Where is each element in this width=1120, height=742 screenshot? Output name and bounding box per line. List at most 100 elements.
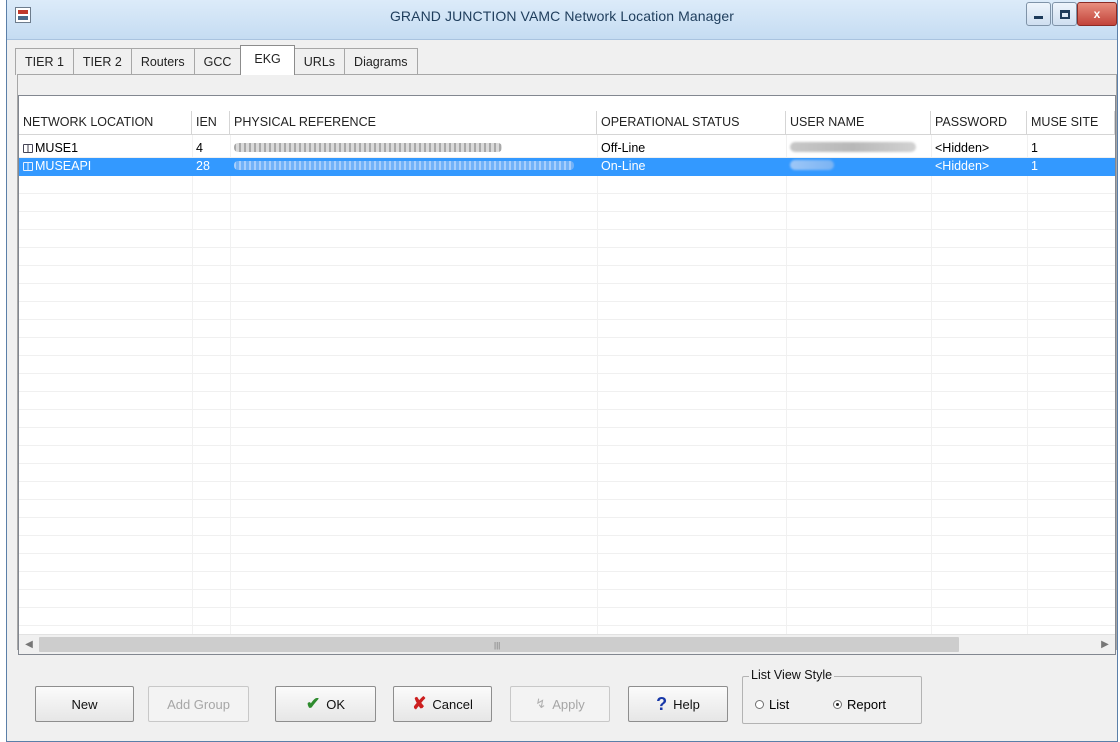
cell-ien: 28 — [196, 159, 210, 173]
new-button[interactable]: New — [35, 686, 134, 722]
cell-physical-reference — [230, 140, 597, 158]
x-icon: ✘ — [412, 694, 427, 713]
row-grid-line — [19, 247, 1115, 248]
list-row-museapi[interactable]: MUSEAPI 28 On-Line <Hidden> 1 — [19, 158, 1115, 176]
row-grid-line — [19, 463, 1115, 464]
row-grid-line — [19, 355, 1115, 356]
help-button-label: Help — [673, 696, 700, 712]
cell-muse-site: 1 — [1031, 141, 1038, 155]
tab-tier1[interactable]: TIER 1 — [15, 48, 74, 75]
list-view-style-group: List View Style List Report — [742, 668, 922, 724]
radio-list-label: List — [769, 697, 790, 712]
row-grid-line — [19, 391, 1115, 392]
column-header-operational-status[interactable]: OPERATIONAL STATUS — [597, 111, 786, 135]
tab-urls[interactable]: URLs — [293, 48, 346, 75]
cell-physical-reference — [230, 158, 597, 176]
row-grid-line — [19, 265, 1115, 266]
list-header: NETWORK LOCATION IEN PHYSICAL REFERENCE … — [19, 111, 1115, 135]
check-icon: ✔ — [305, 694, 321, 713]
title-bar[interactable]: GRAND JUNCTION VAMC Network Location Man… — [7, 0, 1117, 40]
horizontal-scrollbar[interactable]: ◀ ||| ▶ — [19, 634, 1115, 654]
maximize-icon — [1059, 9, 1070, 19]
row-grid-line — [19, 409, 1115, 410]
apply-button[interactable]: ↯ Apply — [510, 686, 610, 722]
column-header-ien[interactable]: IEN — [192, 111, 230, 135]
window-title: GRAND JUNCTION VAMC Network Location Man… — [389, 8, 735, 24]
ok-button-label: OK — [326, 696, 346, 712]
radio-report[interactable]: Report — [833, 697, 886, 712]
cell-user-name — [786, 140, 931, 158]
close-button[interactable]: x — [1077, 2, 1117, 26]
row-grid-line — [19, 283, 1115, 284]
network-location-list[interactable]: NETWORK LOCATION IEN PHYSICAL REFERENCE … — [18, 95, 1116, 655]
radio-button-icon[interactable] — [755, 700, 764, 709]
radio-button-icon[interactable] — [833, 700, 842, 709]
row-grid-line — [19, 301, 1115, 302]
cell-network-location: MUSEAPI — [19, 158, 192, 176]
grip-icon: ||| — [494, 641, 501, 650]
row-grid-line — [19, 517, 1115, 518]
cell-password: <Hidden> — [935, 141, 990, 155]
redacted-physical-reference — [234, 161, 574, 170]
row-grid-line — [19, 427, 1115, 428]
scrollbar-thumb[interactable]: ||| — [39, 637, 959, 652]
network-location-icon — [23, 162, 33, 171]
row-grid-line — [19, 211, 1115, 212]
new-button-label: New — [71, 696, 98, 712]
row-grid-line — [19, 481, 1115, 482]
row-grid-line — [19, 535, 1115, 536]
scroll-left-icon[interactable]: ◀ — [21, 637, 37, 653]
scroll-right-icon[interactable]: ▶ — [1097, 637, 1113, 653]
cell-user-name — [786, 158, 931, 176]
column-header-user-name[interactable]: USER NAME — [786, 111, 931, 135]
close-icon: x — [1093, 7, 1101, 21]
ok-button[interactable]: ✔ OK — [275, 686, 376, 722]
cell-password: <Hidden> — [935, 159, 990, 173]
column-header-network-location[interactable]: NETWORK LOCATION — [19, 111, 192, 135]
list-row-muse1[interactable]: MUSE1 4 Off-Line <Hidden> 1 — [19, 140, 1115, 158]
cancel-button[interactable]: ✘ Cancel — [393, 686, 492, 722]
column-header-muse-site[interactable]: MUSE SITE — [1027, 111, 1115, 135]
row-grid-line — [19, 553, 1115, 554]
tab-routers[interactable]: Routers — [130, 48, 195, 75]
cell-muse-site: 1 — [1031, 159, 1038, 173]
tab-ekg[interactable]: EKG — [240, 45, 295, 75]
row-grid-line — [19, 319, 1115, 320]
column-header-password[interactable]: PASSWORD — [931, 111, 1027, 135]
maximize-button[interactable] — [1052, 2, 1077, 26]
radio-list[interactable]: List — [755, 697, 789, 712]
add-group-button-label: Add Group — [167, 696, 230, 712]
minimize-button[interactable] — [1026, 2, 1051, 26]
help-button[interactable]: ? Help — [628, 686, 728, 722]
tab-diagrams[interactable]: Diagrams — [344, 48, 418, 75]
row-grid-line — [19, 625, 1115, 626]
cell-operational-status: Off-Line — [601, 141, 646, 155]
row-grid-line — [19, 607, 1115, 608]
tab-strip: TIER 1 TIER 2 Routers GCC EKG URLs Diagr… — [15, 45, 418, 75]
redacted-physical-reference — [234, 143, 502, 152]
row-grid-line — [19, 337, 1115, 338]
row-grid-line — [19, 229, 1115, 230]
redacted-user-name — [790, 160, 834, 170]
tab-tier2[interactable]: TIER 2 — [72, 48, 132, 75]
minimize-icon — [1034, 15, 1043, 19]
row-grid-line — [19, 589, 1115, 590]
network-location-text: MUSEAPI — [35, 159, 92, 173]
column-header-physical-reference[interactable]: PHYSICAL REFERENCE — [230, 111, 597, 135]
network-location-text: MUSE1 — [35, 141, 79, 155]
redacted-user-name — [790, 142, 916, 152]
cell-ien: 4 — [196, 141, 203, 155]
question-icon: ? — [656, 693, 668, 714]
list-view-style-label: List View Style — [749, 668, 835, 682]
apply-icon: ↯ — [535, 696, 547, 711]
cell-operational-status: On-Line — [601, 159, 646, 173]
cancel-button-label: Cancel — [432, 696, 473, 712]
apply-button-label: Apply — [552, 696, 585, 712]
tab-gcc[interactable]: GCC — [193, 48, 242, 75]
network-location-icon — [23, 144, 33, 153]
radio-report-label: Report — [847, 697, 887, 712]
add-group-button[interactable]: Add Group — [148, 686, 249, 722]
cell-network-location: MUSE1 — [19, 140, 192, 158]
row-grid-line — [19, 373, 1115, 374]
row-grid-line — [19, 499, 1115, 500]
